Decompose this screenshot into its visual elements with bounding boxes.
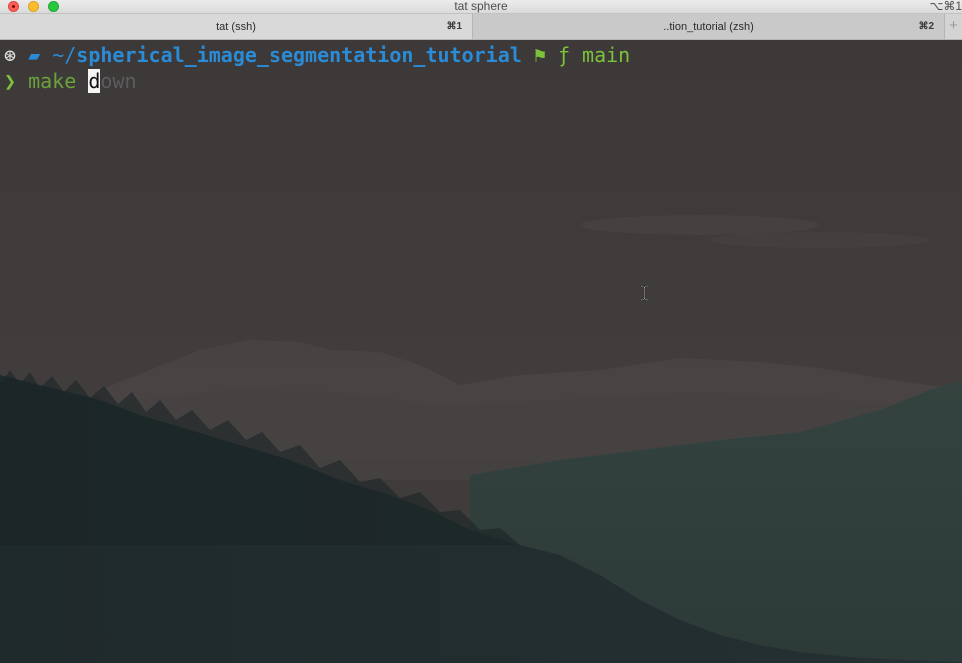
folder-icon: ▰ [28, 43, 41, 67]
window-title: tat sphere [454, 0, 508, 13]
tab-label: tat (ssh) [216, 21, 256, 33]
git-branch-icon: ƒ [557, 43, 570, 67]
tab-shortcut: ⌘1 [446, 21, 462, 32]
ubuntu-icon: ⊛ [4, 43, 17, 67]
new-tab-button[interactable]: + [945, 14, 962, 39]
background-landscape-image [0, 40, 962, 663]
current-directory: spherical_image_segmentation_tutorial [76, 43, 522, 67]
terminal-window: tat sphere ⌥⌘1 tat (ssh) ⌘1 ..tion_tutor… [0, 0, 962, 663]
title-bar[interactable]: tat sphere ⌥⌘1 [0, 0, 962, 14]
tab-shortcut: ⌘2 [918, 21, 934, 32]
ibeam-cursor-icon [640, 285, 649, 301]
autosuggestion: own [100, 69, 137, 93]
command-line[interactable]: ❯ make down [4, 68, 136, 94]
tab-zsh[interactable]: ..tion_tutorial (zsh) ⌘2 [473, 14, 945, 39]
typed-command: make [28, 69, 89, 93]
path-prefix: ~/ [52, 43, 77, 67]
text-cursor: d [88, 69, 101, 93]
prompt-chevron-icon: ❯ [4, 69, 17, 93]
git-branch-name: main [582, 43, 631, 67]
prompt-line: ⊛ ▰ ~/spherical_image_segmentation_tutor… [4, 42, 630, 68]
tab-ssh[interactable]: tat (ssh) ⌘1 [0, 14, 473, 39]
github-icon: ⚑ [533, 43, 546, 67]
tab-label: ..tion_tutorial (zsh) [663, 21, 754, 33]
window-shortcut: ⌥⌘1 [929, 0, 962, 13]
tab-bar: tat (ssh) ⌘1 ..tion_tutorial (zsh) ⌘2 + [0, 14, 962, 40]
terminal-pane[interactable]: ⊛ ▰ ~/spherical_image_segmentation_tutor… [0, 40, 962, 663]
